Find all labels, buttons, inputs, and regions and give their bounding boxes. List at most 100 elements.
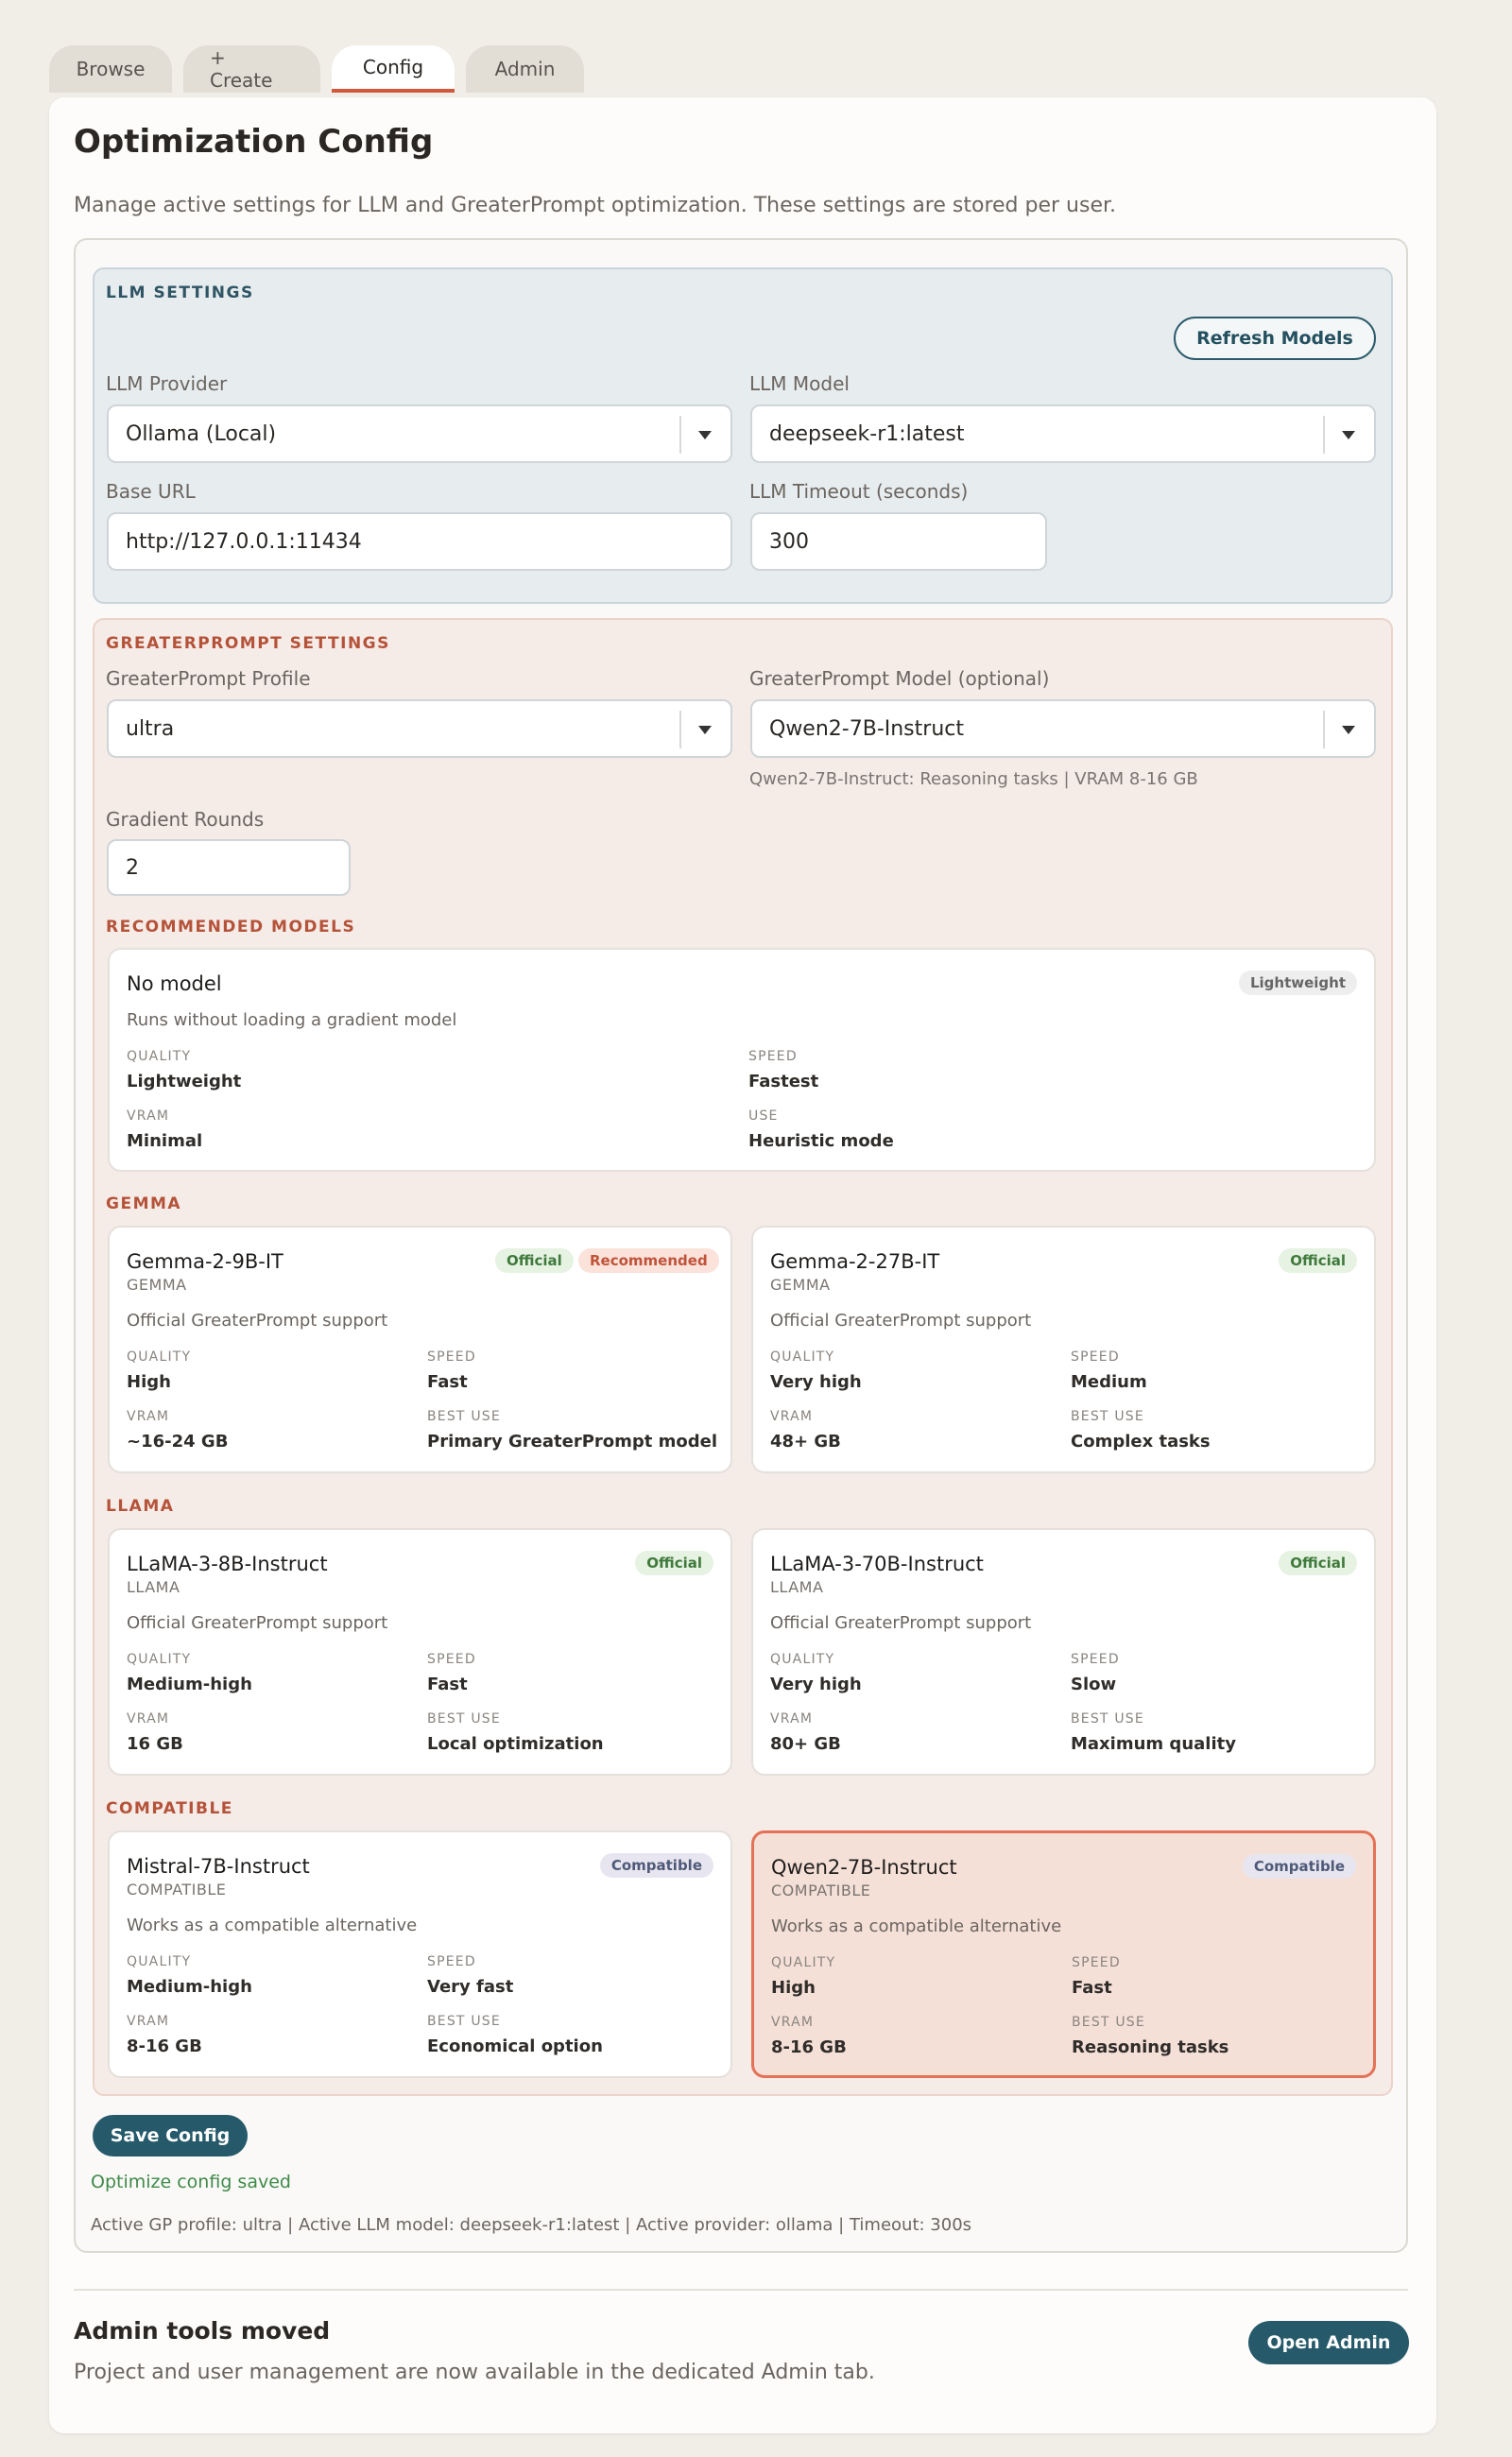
greaterprompt-settings-label: GREATERPROMPT SETTINGS (106, 634, 390, 653)
open-admin-button[interactable]: Open Admin (1248, 2321, 1409, 2364)
model-name: LLaMA-3-70B-Instruct (770, 1553, 984, 1575)
llm-model-select[interactable]: deepseek-r1:latest (750, 404, 1376, 463)
tab-config[interactable]: Config (332, 45, 455, 93)
speed-value: Slow (1071, 1675, 1117, 1694)
speed-value: Fast (427, 1675, 468, 1694)
quality-label: QUALITY (770, 1349, 835, 1365)
save-config-button[interactable]: Save Config (93, 2115, 248, 2156)
tab-create[interactable]: + Create (183, 45, 320, 93)
gp-profile-select[interactable]: ultra (107, 699, 732, 758)
vram-value: 8-16 GB (771, 2037, 847, 2057)
speed-value: Fastest (748, 1072, 819, 1091)
quality-label: QUALITY (127, 1652, 192, 1667)
chevron-down-icon (1342, 726, 1355, 734)
model-card-llama-3-8b-instruct[interactable]: LLaMA-3-8B-Instruct Official LLAMA Offic… (108, 1528, 732, 1776)
model-name: Mistral-7B-Instruct (127, 1855, 310, 1878)
base-url-label: Base URL (106, 480, 196, 503)
quality-label: QUALITY (770, 1652, 835, 1667)
llm-provider-value: Ollama (Local) (126, 421, 277, 446)
best-use-label: BEST USE (1072, 2015, 1145, 2030)
gp-model-select[interactable]: Qwen2-7B-Instruct (750, 699, 1376, 758)
gp-profile-label: GreaterPrompt Profile (106, 667, 311, 690)
active-config-summary: Active GP profile: ultra | Active LLM mo… (91, 2215, 972, 2235)
quality-value: Medium-high (127, 1977, 252, 1997)
official-badge: Official (495, 1248, 574, 1273)
llm-model-value: deepseek-r1:latest (769, 421, 965, 446)
gradient-rounds-input[interactable]: 2 (107, 839, 351, 896)
quality-label: QUALITY (127, 1349, 192, 1365)
llm-timeout-input[interactable]: 300 (750, 512, 1047, 571)
speed-label: SPEED (1072, 1955, 1121, 1970)
model-card-gemma-2-27b-it[interactable]: Gemma-2-27B-IT Official GEMMA Official G… (751, 1226, 1376, 1473)
speed-label: SPEED (427, 1954, 476, 1969)
llm-provider-label: LLM Provider (106, 372, 228, 395)
speed-label: SPEED (1071, 1652, 1120, 1667)
tab-admin[interactable]: Admin (466, 45, 584, 93)
gp-model-hint: Qwen2-7B-Instruct: Reasoning tasks | VRA… (749, 769, 1198, 789)
llm-timeout-label: LLM Timeout (seconds) (749, 480, 969, 503)
llm-settings-label: LLM SETTINGS (106, 284, 254, 302)
model-card-no-model[interactable]: No model Lightweight Runs without loadin… (108, 948, 1376, 1172)
best-use-label: BEST USE (1071, 1409, 1144, 1424)
model-card-llama-3-70b-instruct[interactable]: LLaMA-3-70B-Instruct Official LLAMA Offi… (751, 1528, 1376, 1776)
model-name: Gemma-2-9B-IT (127, 1250, 284, 1273)
best-use-label: BEST USE (427, 1711, 501, 1727)
gradient-rounds-label: Gradient Rounds (106, 808, 265, 831)
model-name: Qwen2-7B-Instruct (771, 1856, 957, 1879)
select-separator (1323, 416, 1325, 454)
vram-label: VRAM (770, 1711, 814, 1727)
gp-model-label: GreaterPrompt Model (optional) (749, 667, 1050, 690)
quality-label: QUALITY (127, 1954, 192, 1969)
select-separator (679, 416, 681, 454)
admin-moved-description: Project and user management are now avai… (74, 2361, 875, 2384)
vram-value: 80+ GB (770, 1734, 841, 1754)
quality-value: Very high (770, 1372, 862, 1392)
best-use-value: Economical option (427, 2036, 603, 2056)
model-description: Works as a compatible alternative (771, 1916, 1062, 1936)
best-use-value: Reasoning tasks (1072, 2037, 1229, 2057)
quality-value: High (127, 1372, 171, 1392)
vram-label: VRAM (127, 2014, 170, 2029)
speed-label: SPEED (1071, 1349, 1120, 1365)
speed-label: SPEED (427, 1349, 476, 1365)
model-card-gemma-2-9b-it[interactable]: Gemma-2-9B-IT Official Recommended GEMMA… (108, 1226, 732, 1473)
speed-value: Very fast (427, 1977, 514, 1997)
use-label: USE (748, 1108, 779, 1124)
vram-value: 16 GB (127, 1734, 183, 1754)
model-family: LLAMA (127, 1578, 180, 1596)
compatible-badge: Compatible (1242, 1854, 1356, 1879)
vram-label: VRAM (770, 1409, 814, 1424)
page-title: Optimization Config (74, 123, 434, 161)
quality-label: QUALITY (771, 1955, 836, 1970)
chevron-down-icon (1342, 431, 1355, 439)
quality-value: Medium-high (127, 1675, 252, 1694)
model-name: LLaMA-3-8B-Instruct (127, 1553, 328, 1575)
speed-label: SPEED (748, 1049, 798, 1064)
model-card-qwen2-7b-instruct[interactable]: Qwen2-7B-Instruct Compatible COMPATIBLE … (751, 1830, 1376, 2078)
llama-group-label: LLAMA (106, 1497, 175, 1516)
base-url-input[interactable]: http://127.0.0.1:11434 (107, 512, 732, 571)
model-name: Gemma-2-27B-IT (770, 1250, 940, 1273)
model-description: Works as a compatible alternative (127, 1916, 418, 1935)
quality-value: Lightweight (127, 1072, 242, 1091)
best-use-value: Local optimization (427, 1734, 604, 1754)
refresh-models-button[interactable]: Refresh Models (1174, 317, 1376, 360)
speed-value: Medium (1071, 1372, 1147, 1392)
vram-value: 48+ GB (770, 1432, 841, 1452)
model-family: COMPATIBLE (771, 1881, 871, 1899)
vram-label: VRAM (127, 1711, 170, 1727)
llm-provider-select[interactable]: Ollama (Local) (107, 404, 732, 463)
vram-value: ~16-24 GB (127, 1432, 229, 1452)
best-use-label: BEST USE (427, 1409, 501, 1424)
recommended-badge: Recommended (578, 1248, 719, 1273)
model-card-mistral-7b-instruct[interactable]: Mistral-7B-Instruct Compatible COMPATIBL… (108, 1830, 732, 2078)
best-use-value: Primary GreaterPrompt model (427, 1432, 718, 1452)
tab-browse[interactable]: Browse (49, 45, 172, 93)
tab-bar: Browse + Create Config Admin (49, 45, 584, 93)
quality-value: Very high (770, 1675, 862, 1694)
llm-model-label: LLM Model (749, 372, 850, 395)
vram-value: 8-16 GB (127, 2036, 202, 2056)
page-description: Manage active settings for LLM and Great… (74, 194, 1116, 217)
quality-value: High (771, 1978, 816, 1998)
model-family: GEMMA (770, 1276, 831, 1294)
